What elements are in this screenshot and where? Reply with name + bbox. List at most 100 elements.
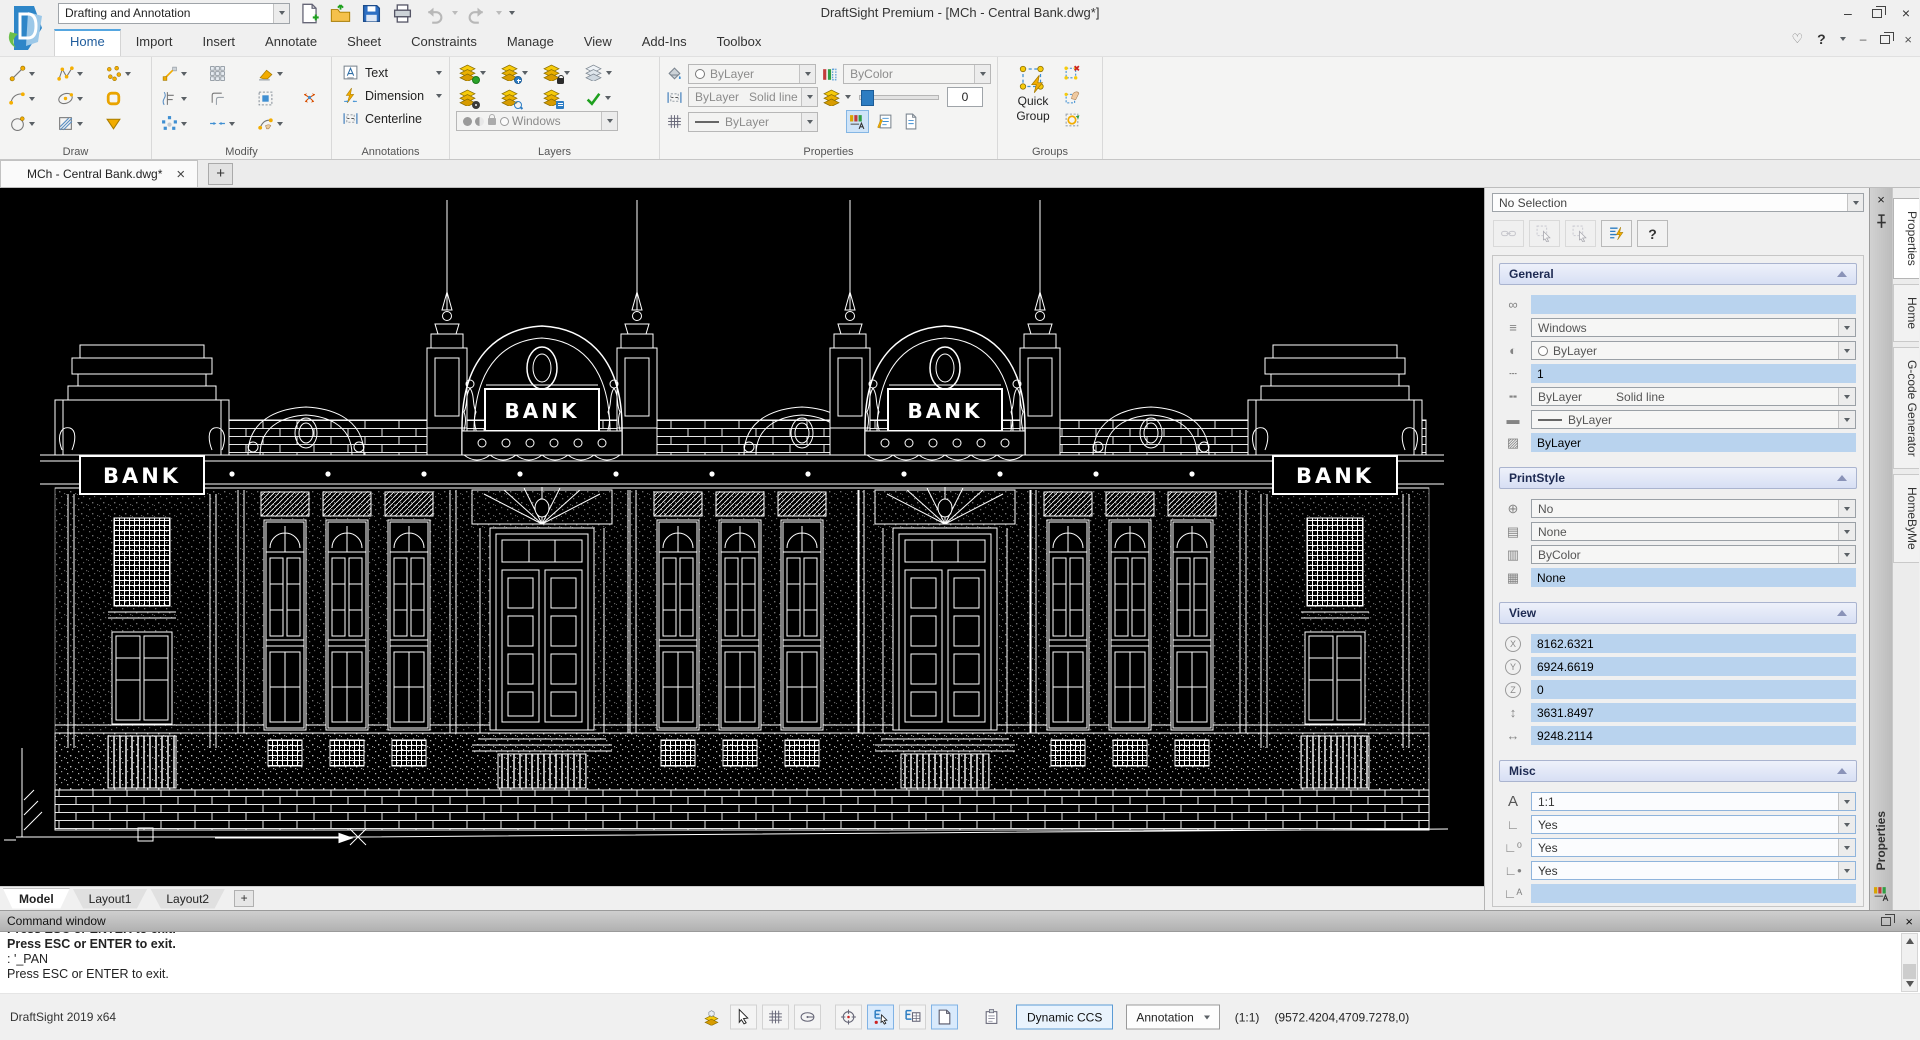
tab-annotate[interactable]: Annotate (250, 29, 332, 56)
edit-boundary-button[interactable] (254, 88, 298, 109)
layer-manager-button[interactable] (456, 87, 498, 109)
print-pen-field[interactable]: ByColor (1531, 545, 1856, 564)
ucs-viewport-field[interactable]: Yes (1531, 861, 1856, 880)
properties-list-button[interactable] (874, 111, 895, 132)
layer-states-button[interactable] (540, 87, 582, 109)
save-button[interactable] (359, 2, 383, 24)
pointer-mode-button[interactable] (730, 1005, 757, 1030)
entity-track-button[interactable] (867, 1005, 894, 1030)
palette-tab-properties[interactable]: Properties (1893, 198, 1919, 279)
tab-manage[interactable]: Manage (492, 29, 569, 56)
transparency-value-field[interactable]: 0 (947, 87, 983, 107)
lineweight-field[interactable]: ByLayer (1531, 410, 1856, 429)
delete-button[interactable] (254, 63, 298, 84)
section-misc-header[interactable]: Misc (1499, 760, 1857, 782)
group-manager-button[interactable] (1064, 112, 1081, 132)
print-monochrome-field[interactable]: No (1531, 499, 1856, 518)
open-file-button[interactable] (328, 2, 352, 24)
pattern-button[interactable] (206, 63, 250, 84)
center-z-field[interactable]: 0 (1531, 680, 1856, 699)
section-view-header[interactable]: View (1499, 602, 1857, 624)
command-window-float-icon[interactable] (1881, 917, 1891, 926)
stretch-button[interactable] (158, 88, 202, 109)
text-button[interactable]: Text (338, 61, 446, 84)
pattern-along-path-button[interactable] (158, 113, 202, 134)
print-table-field[interactable]: None (1531, 522, 1856, 541)
layer-preview-button[interactable] (498, 87, 540, 109)
restore-button[interactable] (1872, 9, 1882, 18)
new-file-button[interactable] (297, 2, 321, 24)
document-tab-close-icon[interactable]: × (176, 166, 185, 183)
transparency-field[interactable]: ByLayer (1531, 433, 1856, 452)
ungroup-button[interactable] (1064, 64, 1081, 84)
model-space-icon[interactable] (698, 1005, 725, 1030)
center-y-field[interactable]: 6924.6619 (1531, 657, 1856, 676)
polygon-button[interactable] (102, 88, 146, 109)
chevron-down-icon[interactable] (273, 4, 289, 23)
properties-doc-button[interactable] (900, 111, 921, 132)
tab-sheet[interactable]: Sheet (332, 29, 396, 56)
annotation-monitor-button[interactable] (846, 110, 869, 133)
ortho-toggle-button[interactable] (794, 1005, 821, 1030)
tab-import[interactable]: Import (121, 29, 188, 56)
offset-button[interactable] (206, 88, 250, 109)
tab-insert[interactable]: Insert (188, 29, 251, 56)
redo-button[interactable] (465, 2, 489, 24)
palette-close-icon[interactable]: × (1877, 193, 1885, 207)
view-width-field[interactable]: 9248.2114 (1531, 726, 1856, 745)
tab-layout1[interactable]: Layout1 (73, 889, 148, 909)
section-printstyle-header[interactable]: PrintStyle (1499, 467, 1857, 489)
tab-home[interactable]: Home (54, 29, 121, 56)
edit-grips-button[interactable] (254, 113, 298, 134)
select-subentities-button[interactable] (1565, 220, 1596, 247)
tab-toolbox[interactable]: Toolbox (702, 29, 777, 56)
layer-tools-chevron-icon[interactable] (845, 95, 851, 99)
polyline-button[interactable] (54, 63, 98, 84)
layer-lock-button[interactable] (540, 62, 582, 84)
solid-button[interactable] (102, 113, 146, 134)
scroll-thumb[interactable] (1903, 964, 1916, 979)
line-style-combo[interactable]: ByLayerSolid line (688, 87, 818, 107)
layer-isolate-button[interactable] (582, 62, 624, 84)
doc-close-button[interactable]: × (1904, 32, 1912, 47)
redo-chevron-icon[interactable] (496, 11, 502, 15)
command-window-close-icon[interactable]: × (1905, 914, 1913, 929)
palette-tab-home[interactable]: Home (1893, 284, 1919, 342)
linecolor-field[interactable]: ByLayer (1531, 341, 1856, 360)
annotation-scale-field[interactable]: 1:1 (1531, 792, 1856, 811)
linescale-field[interactable]: 1 (1531, 364, 1856, 383)
palette-tab-homebyme[interactable]: HomeByMe (1893, 474, 1919, 563)
help-icon[interactable]: ? (1817, 31, 1826, 47)
circle-button[interactable] (6, 113, 50, 134)
entity-snap-button[interactable] (835, 1005, 862, 1030)
print-fill-field[interactable]: None (1531, 568, 1856, 587)
document-tab[interactable]: MCh - Central Bank.dwg* × (0, 160, 198, 187)
layer-apply-button[interactable] (582, 87, 624, 109)
palette-pin-icon[interactable] (1873, 213, 1890, 230)
undo-button[interactable] (421, 2, 445, 24)
layer-add-button[interactable] (498, 62, 540, 84)
line-weight-combo[interactable]: ByLayer (688, 112, 818, 132)
chevron-down-icon[interactable] (1847, 194, 1863, 211)
center-x-field[interactable]: 8162.6321 (1531, 634, 1856, 653)
doc-restore-button[interactable] (1880, 35, 1890, 44)
point-button[interactable] (102, 63, 146, 84)
tab-layout2[interactable]: Layout2 (150, 889, 225, 909)
explode-button[interactable] (298, 87, 321, 108)
command-scrollbar[interactable] (1901, 933, 1918, 992)
tab-addins[interactable]: Add-Ins (627, 29, 702, 56)
arc-button[interactable] (6, 88, 50, 109)
layer-field[interactable]: Windows (1531, 318, 1856, 337)
linestyle-field[interactable]: ByLayerSolid line (1531, 387, 1856, 406)
quick-group-button[interactable]: Quick Group (1004, 61, 1062, 142)
add-sheet-button[interactable]: + (234, 890, 254, 907)
undo-chevron-icon[interactable] (452, 11, 458, 15)
edit-group-button[interactable] (1064, 88, 1081, 108)
minimize-button[interactable]: – (1844, 0, 1852, 26)
customize-qat-icon[interactable] (509, 11, 515, 15)
doc-minimize-button[interactable]: – (1860, 32, 1867, 46)
hyperlink-field[interactable] (1531, 295, 1856, 314)
chevron-down-icon[interactable] (601, 112, 617, 130)
hatch-button[interactable] (54, 113, 98, 134)
scroll-up-icon[interactable] (1906, 938, 1914, 944)
